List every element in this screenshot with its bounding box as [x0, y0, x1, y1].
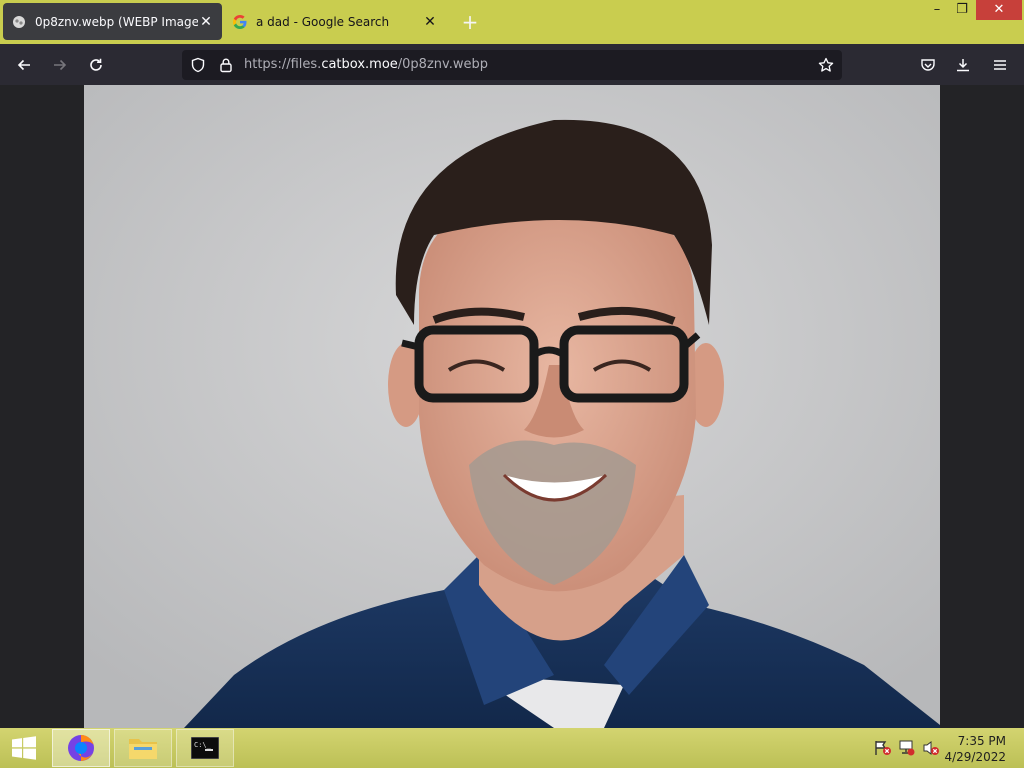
lock-icon[interactable] [218, 57, 234, 77]
network-icon[interactable] [898, 740, 916, 760]
new-tab-button[interactable]: + [458, 11, 482, 35]
google-favicon-icon [232, 14, 248, 30]
back-button[interactable] [11, 52, 37, 78]
close-tab-icon[interactable]: ✕ [422, 14, 438, 30]
arrow-left-icon [17, 59, 30, 71]
shield-icon[interactable] [190, 57, 206, 77]
start-button[interactable] [4, 729, 44, 767]
action-center-flag-icon[interactable] [874, 740, 892, 760]
reload-button[interactable] [83, 52, 109, 78]
hamburger-menu-icon [994, 60, 1006, 70]
menu-button[interactable] [987, 52, 1013, 78]
tab-label: a dad - Google Search [256, 14, 390, 29]
taskbar: C:\_ 7:35 PM 4/29/2022 [0, 728, 1024, 768]
reload-icon [90, 58, 102, 71]
url-prefix: https://files. [244, 57, 322, 72]
taskbar-command-prompt[interactable]: C:\_ [176, 729, 234, 767]
url-domain: catbox.moe [321, 57, 398, 72]
tab-google-search[interactable]: a dad - Google Search ✕ [224, 3, 446, 40]
terminal-icon: C:\_ [191, 737, 219, 759]
close-window-button[interactable]: ✕ [976, 0, 1022, 20]
taskbar-file-explorer[interactable] [114, 729, 172, 767]
svg-text:C:\_: C:\_ [194, 741, 212, 749]
taskbar-firefox[interactable] [52, 729, 110, 767]
pocket-button[interactable] [915, 52, 941, 78]
clock-time: 7:35 PM [957, 734, 1006, 748]
url-path: /0p8znv.webp [397, 57, 488, 72]
folder-icon [129, 739, 157, 759]
tab-strip: 0p8znv.webp (WEBP Image, 11… ✕ a dad - G… [0, 0, 1024, 44]
clock-date: 4/29/2022 [944, 750, 1006, 764]
windows-logo-icon [12, 736, 36, 760]
image-favicon-icon [11, 14, 27, 30]
navigation-toolbar: https://files.catbox.moe/0p8znv.webp [0, 44, 1024, 85]
firefox-icon [68, 735, 94, 761]
url-text[interactable]: https://files.catbox.moe/0p8znv.webp [244, 57, 488, 72]
webp-image [84, 85, 940, 728]
address-bar[interactable]: https://files.catbox.moe/0p8znv.webp [182, 50, 842, 80]
star-icon[interactable] [818, 57, 834, 77]
tab-label: 0p8znv.webp (WEBP Image, 11… [35, 14, 198, 29]
pocket-icon [921, 59, 935, 71]
arrow-right-icon [54, 59, 67, 71]
tab-image[interactable]: 0p8znv.webp (WEBP Image, 11… ✕ [3, 3, 222, 40]
system-clock[interactable]: 7:35 PM 4/29/2022 [944, 733, 1006, 765]
close-tab-icon[interactable]: ✕ [198, 14, 214, 30]
forward-button[interactable] [47, 52, 73, 78]
portrait-image [84, 85, 940, 728]
restore-button[interactable]: ❐ [948, 0, 976, 20]
downloads-button[interactable] [950, 52, 976, 78]
volume-muted-icon[interactable] [922, 740, 940, 760]
download-icon [957, 59, 969, 72]
